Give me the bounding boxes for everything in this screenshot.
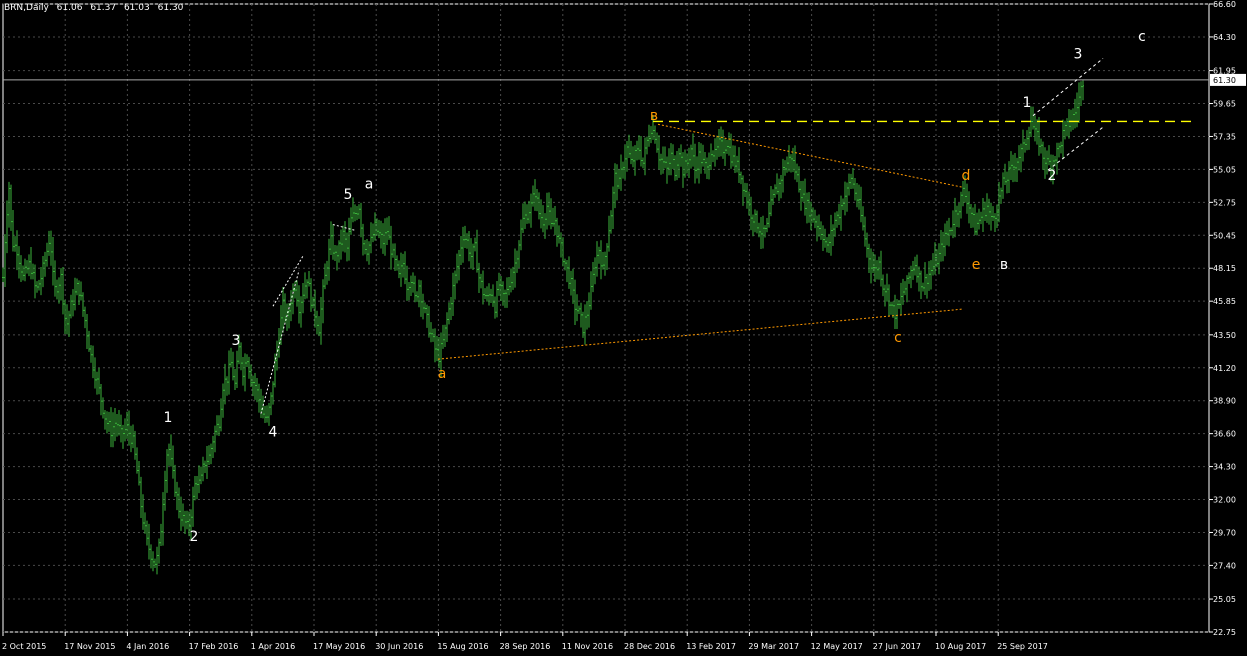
x-tick-label: 28 Dec 2016 xyxy=(624,642,675,651)
wave-channel-line xyxy=(1032,58,1104,117)
y-tick-label: 50.45 xyxy=(1213,231,1236,240)
y-tick-label: 45.85 xyxy=(1213,297,1236,306)
y-tick-label: 55.05 xyxy=(1213,165,1236,174)
x-tick-label: 30 Jun 2016 xyxy=(375,642,423,651)
wave-label: c xyxy=(1138,29,1146,45)
y-tick-label: 59.65 xyxy=(1213,100,1236,109)
x-tick-label: 25 Sep 2017 xyxy=(997,642,1048,651)
wave-channel-line xyxy=(1047,126,1104,171)
wave-label: a xyxy=(365,177,374,193)
low-value: 61.03 xyxy=(123,3,150,13)
wave-label: d xyxy=(962,168,971,184)
symbol-name: BRN,Daily xyxy=(4,3,49,13)
x-tick-label: 13 Feb 2017 xyxy=(686,642,736,651)
x-tick-label: 11 Nov 2016 xyxy=(562,642,613,651)
wave-label: 1 xyxy=(1023,95,1032,111)
x-tick-label: 17 Feb 2016 xyxy=(189,642,239,651)
wave-label: 3 xyxy=(232,333,241,349)
price-chart[interactable]: 66.6064.3061.9559.6557.3555.0552.7550.45… xyxy=(0,0,1247,656)
close-value: 61.30 xyxy=(157,3,184,13)
wave-label: 2 xyxy=(1048,168,1057,184)
triangle-lower-line xyxy=(437,308,964,360)
wave-label: 3 xyxy=(1074,46,1083,62)
x-tick-label: 15 Aug 2016 xyxy=(437,642,488,651)
y-tick-label: 36.60 xyxy=(1213,430,1236,439)
x-tick-label: 29 Mar 2017 xyxy=(748,642,799,651)
x-tick-label: 12 May 2017 xyxy=(811,642,863,651)
wave-label: 4 xyxy=(269,425,278,441)
wave-label: 2 xyxy=(190,529,199,545)
y-tick-label: 52.75 xyxy=(1213,198,1236,207)
wave-label: 1 xyxy=(164,410,173,426)
wave-label: в xyxy=(1000,257,1008,273)
price-tag-label: 61.30 xyxy=(1213,76,1236,85)
wave-label: в xyxy=(650,108,658,124)
y-tick-label: 41.20 xyxy=(1213,364,1236,373)
x-tick-label: 10 Aug 2017 xyxy=(935,642,986,651)
open-value: 61.06 xyxy=(56,3,83,13)
y-tick-label: 27.40 xyxy=(1213,561,1236,570)
wave-label: a xyxy=(438,366,447,382)
y-tick-label: 48.15 xyxy=(1213,264,1236,273)
y-tick-label: 25.05 xyxy=(1213,595,1236,604)
x-tick-label: 28 Sep 2016 xyxy=(500,642,551,651)
x-tick-label: 17 May 2016 xyxy=(313,642,365,651)
triangle-upper-line xyxy=(657,123,964,188)
y-tick-label: 32.00 xyxy=(1213,496,1236,505)
x-tick-label: 1 Apr 2016 xyxy=(251,642,295,651)
x-tick-label: 2 Oct 2015 xyxy=(2,642,46,651)
y-tick-label: 38.90 xyxy=(1213,397,1236,406)
wave-channel-line xyxy=(332,224,356,231)
y-tick-label: 29.70 xyxy=(1213,528,1236,537)
y-tick-label: 57.35 xyxy=(1213,132,1236,141)
wave-channel-line xyxy=(260,270,300,414)
wave-label: e xyxy=(972,257,981,273)
x-tick-label: 4 Jan 2016 xyxy=(126,642,169,651)
y-tick-label: 64.30 xyxy=(1213,33,1236,42)
high-value: 61.37 xyxy=(90,3,117,13)
y-tick-label: 43.50 xyxy=(1213,331,1236,340)
x-tick-label: 17 Nov 2015 xyxy=(64,642,115,651)
wave-label: 5 xyxy=(344,187,353,203)
y-tick-label: 22.75 xyxy=(1213,628,1236,637)
wave-label: c xyxy=(894,330,902,346)
y-tick-label: 34.30 xyxy=(1213,463,1236,472)
y-tick-label: 66.60 xyxy=(1213,0,1236,9)
x-tick-label: 27 Jun 2017 xyxy=(873,642,921,651)
chart-window[interactable]: 66.60 64.30 61.95 59.65 57.35 55.05 52.75 50.45… xyxy=(0,0,1247,656)
symbol-header: BRN,Daily 61.06 61.37 61.03 61.30 xyxy=(4,3,188,13)
